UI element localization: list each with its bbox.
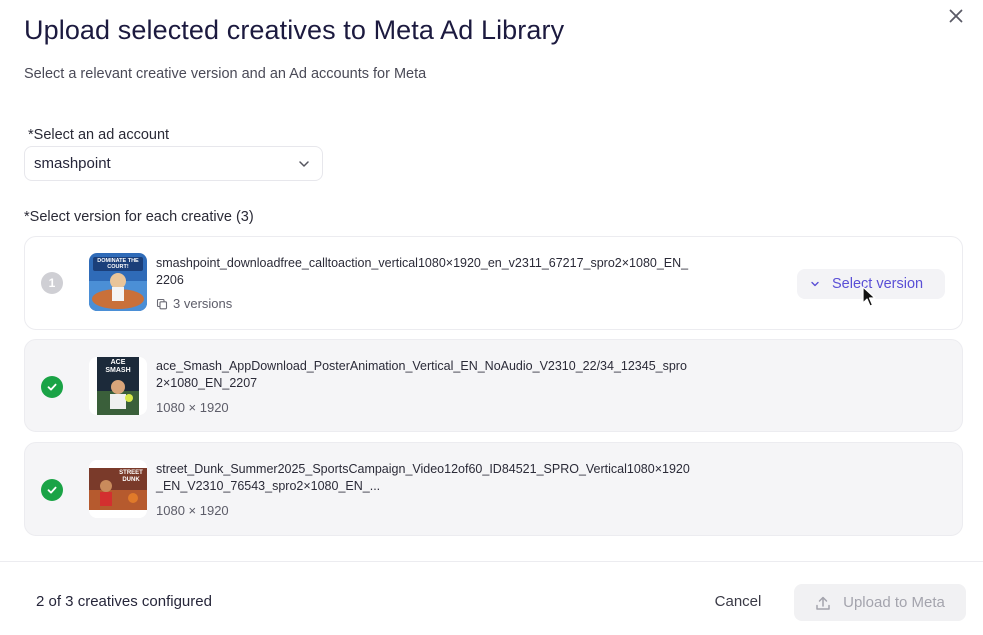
version-section-label: *Select version for each creative (3) xyxy=(24,209,254,225)
completed-badge xyxy=(41,376,63,398)
copy-icon xyxy=(156,298,168,309)
ad-account-value: smashpoint xyxy=(34,155,111,172)
creative-dimensions: 1080 × 1920 xyxy=(156,400,229,415)
versions-count: 3 versions xyxy=(173,296,233,311)
close-button[interactable] xyxy=(944,4,968,28)
dialog-title: Upload selected creatives to Meta Ad Lib… xyxy=(24,15,565,45)
upload-label: Upload to Meta xyxy=(843,594,945,611)
thumbnail-caption: ACE SMASH xyxy=(105,359,131,374)
creative-card-3: STREET DUNK street_Dunk_Summer2025_Sport… xyxy=(24,442,963,536)
creative-name: street_Dunk_Summer2025_SportsCampaign_Vi… xyxy=(156,462,690,493)
creative-thumbnail-2: ACE SMASH xyxy=(89,357,147,415)
creative-card-2: ACE SMASH ace_Smash_AppDownload_PosterAn… xyxy=(24,339,963,432)
creative-thumbnail-3: STREET DUNK xyxy=(89,460,147,518)
close-icon xyxy=(949,9,963,23)
footer-divider xyxy=(0,561,983,562)
cancel-button[interactable]: Cancel xyxy=(701,583,775,619)
completed-badge xyxy=(41,479,63,501)
thumbnail-caption: DOMINATE THE COURT! xyxy=(97,258,139,270)
dialog-subtitle: Select a relevant creative version and a… xyxy=(24,66,427,82)
creative-name: ace_Smash_AppDownload_PosterAnimation_Ve… xyxy=(156,359,687,390)
check-icon xyxy=(47,383,57,391)
check-icon xyxy=(47,486,57,494)
upload-to-meta-button[interactable]: Upload to Meta xyxy=(794,584,966,621)
chevron-down-icon xyxy=(811,281,819,287)
creative-name: smashpoint_downloadfree_calltoaction_ver… xyxy=(156,256,689,287)
step-number-badge: 1 xyxy=(41,272,63,294)
creative-thumbnail-1: DOMINATE THE COURT! xyxy=(89,253,147,311)
upload-icon xyxy=(816,596,830,610)
mouse-cursor-icon xyxy=(862,286,876,313)
creative-meta: 3 versions xyxy=(156,296,232,311)
chevron-down-icon xyxy=(299,160,309,167)
configuration-status: 2 of 3 creatives configured xyxy=(36,593,212,610)
creative-card-1: 1 DOMINATE THE COURT! smashpoint_downloa… xyxy=(24,236,963,330)
upload-dialog: Upload selected creatives to Meta Ad Lib… xyxy=(0,0,983,635)
thumbnail-caption: STREET DUNK xyxy=(119,470,143,483)
select-version-label: Select version xyxy=(832,276,924,292)
creative-dimensions: 1080 × 1920 xyxy=(156,503,229,518)
ad-account-select[interactable]: smashpoint xyxy=(24,146,323,181)
ad-account-label: *Select an ad account xyxy=(28,127,170,143)
